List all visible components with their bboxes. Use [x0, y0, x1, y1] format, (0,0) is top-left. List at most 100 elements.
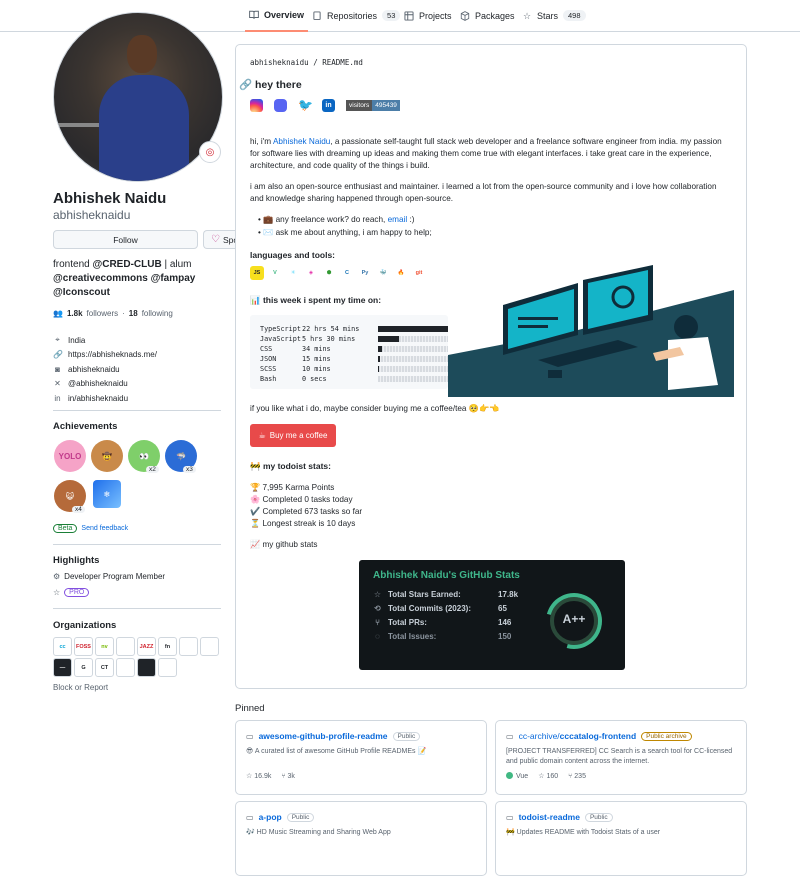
buy-me-a-coffee-button[interactable]: ☕ Buy me a coffee — [250, 424, 336, 447]
stat-prs-value: 146 — [498, 618, 512, 627]
highlight-pro: ☆ PRO — [53, 588, 90, 597]
tool-icon: JS — [250, 266, 264, 280]
detail-linkedin[interactable]: in in/abhisheknaidu — [53, 391, 157, 406]
anchor-link-icon[interactable]: 🔗 — [239, 79, 252, 91]
week-heading: 📊 this week i spent my time on: — [250, 295, 382, 305]
followers-label[interactable]: followers — [87, 309, 119, 318]
block-or-report-link[interactable]: Block or Report — [53, 683, 108, 692]
stars-count: 498 — [563, 10, 586, 21]
organization-avatar[interactable] — [200, 637, 219, 656]
followers-count[interactable]: 1.8k — [67, 309, 83, 318]
discord-icon[interactable] — [274, 99, 287, 112]
detail-website-text[interactable]: https://abhisheknads.me/ — [68, 350, 157, 359]
organization-avatar[interactable] — [179, 637, 198, 656]
detail-twitter-text[interactable]: @abhisheknaidu — [68, 379, 128, 388]
repo-icon: ▭ — [246, 812, 254, 822]
detail-linkedin-text[interactable]: in/abhisheknaidu — [68, 394, 128, 403]
detail-instagram-text[interactable]: abhisheknaidu — [68, 365, 120, 374]
gear-icon: ⚙ — [53, 572, 61, 581]
organization-avatar[interactable]: fn — [158, 637, 177, 656]
profile-fullname: Abhishek Naidu — [53, 190, 167, 207]
visibility-badge: Public archive — [641, 731, 692, 741]
organization-avatar[interactable] — [116, 658, 135, 677]
detail-instagram[interactable]: ◙ abhisheknaidu — [53, 362, 157, 377]
detail-twitter[interactable]: ✕ @abhisheknaidu — [53, 377, 157, 392]
pinned-repo-link[interactable]: a-pop — [259, 812, 282, 822]
stat-row-issues: ◌ Total Issues: — [373, 632, 436, 641]
pinned-repo-meta: Vue ☆ 160 ⑂ 235 — [506, 772, 586, 780]
readme-path-user[interactable]: abhisheknaidu — [250, 58, 309, 67]
highlight-developer-program-text: Developer Program Member — [64, 572, 166, 581]
achievements-title[interactable]: Achievements — [53, 421, 117, 432]
following-label[interactable]: following — [142, 309, 173, 318]
linkedin-icon[interactable]: in — [322, 99, 335, 112]
repo-language-name: Vue — [516, 773, 529, 780]
tab-stars[interactable]: ☆ Stars 498 — [518, 0, 590, 31]
table-icon — [404, 10, 414, 21]
detail-website[interactable]: 🔗 https://abhisheknads.me/ — [53, 348, 157, 363]
stargazers-link[interactable]: ☆ 16.9k — [246, 772, 271, 780]
bio-mid: | alum — [161, 259, 192, 270]
bio-prefix: frontend — [53, 259, 93, 270]
pinned-repo-link[interactable]: cc-archive/cccatalog-frontend — [519, 731, 637, 741]
status-target-icon[interactable]: ◎ — [199, 141, 221, 163]
achievement-arctic-code-vault[interactable]: ❄ — [93, 480, 121, 508]
avatar[interactable] — [53, 12, 223, 182]
organization-avatar[interactable]: FOSS — [74, 637, 93, 656]
todoist-karma: 🏆 7,995 Karma Points — [250, 483, 335, 492]
stargazers-count: 160 — [546, 773, 559, 780]
organization-avatar[interactable]: — — [53, 658, 72, 677]
organization-avatar[interactable] — [158, 658, 177, 677]
tab-overview[interactable]: Overview — [245, 0, 309, 32]
organization-avatar[interactable]: JAZZ — [137, 637, 156, 656]
achievement-quickdraw[interactable]: 🤠 — [91, 440, 123, 472]
forks-link[interactable]: ⑂ 3k — [281, 773, 295, 780]
stat-row-prs: ⑂ Total PRs: — [373, 618, 427, 627]
following-count[interactable]: 18 — [129, 309, 138, 318]
send-feedback-link[interactable]: Send feedback — [81, 525, 128, 532]
twitter-icon[interactable]: 🐦 — [298, 99, 313, 112]
tool-icon: ⬢ — [322, 266, 336, 280]
coffee-cup-icon: ☕ — [258, 431, 266, 440]
organization-avatar[interactable]: CT — [95, 658, 114, 677]
wakatime-language: Bash — [260, 375, 277, 383]
github-stats-card: Abhishek Naidu's GitHub Stats ☆ Total St… — [359, 560, 625, 670]
pinned-repo-title: ▭ cc-archive/cccatalog-frontend Public a… — [506, 731, 692, 741]
forks-count: 235 — [574, 772, 586, 780]
bio-org-cred[interactable]: @CRED-CLUB — [92, 259, 161, 270]
achievement-yolo[interactable]: YOLO — [54, 440, 86, 472]
wakatime-bar-fill — [378, 346, 383, 352]
profile-login: abhisheknaidu — [53, 208, 131, 222]
wakatime-language: TypeScript — [260, 325, 301, 333]
email-link[interactable]: email — [388, 215, 408, 224]
book-icon — [249, 10, 259, 20]
forks-link[interactable]: ⑂ 235 — [568, 773, 586, 780]
profile-bio: frontend @CRED-CLUB | alum @creativecomm… — [53, 258, 223, 300]
organization-avatar[interactable] — [116, 637, 135, 656]
bio-orgs[interactable]: @creativecommons @fampay @Iconscout — [53, 273, 195, 298]
follow-button[interactable]: Follow — [53, 230, 198, 249]
divider — [53, 410, 221, 411]
twitter-icon: ✕ — [54, 379, 61, 389]
wakatime-time: 5 hrs 30 mins — [302, 335, 356, 343]
organization-avatar[interactable] — [137, 658, 156, 677]
wakatime-time: 34 mins — [302, 345, 331, 353]
stargazers-count: 16.9k — [254, 773, 272, 780]
pinned-repo-card: ▭ awesome-github-profile-readme Public 😎… — [235, 720, 487, 795]
instagram-icon[interactable] — [250, 99, 263, 112]
tab-repositories-label: Repositories — [327, 10, 378, 21]
wakatime-language: JSON — [260, 355, 277, 363]
intro-name-link[interactable]: Abhishek Naidu — [273, 137, 330, 146]
tab-stars-label: Stars — [537, 10, 559, 21]
organization-avatar[interactable]: G — [74, 658, 93, 677]
organization-avatar[interactable]: nv — [95, 637, 114, 656]
pinned-repo-link[interactable]: todoist-readme — [519, 812, 580, 822]
tab-packages[interactable]: Packages — [456, 0, 519, 31]
pinned-repo-link[interactable]: awesome-github-profile-readme — [259, 731, 388, 741]
star-icon: ☆ — [246, 773, 253, 780]
tab-projects[interactable]: Projects — [400, 0, 456, 31]
repo-icon: ▭ — [506, 812, 514, 822]
stargazers-link[interactable]: ☆ 160 — [538, 772, 558, 780]
organization-avatar[interactable]: cc — [53, 637, 72, 656]
tab-repositories[interactable]: Repositories 53 — [308, 0, 404, 31]
